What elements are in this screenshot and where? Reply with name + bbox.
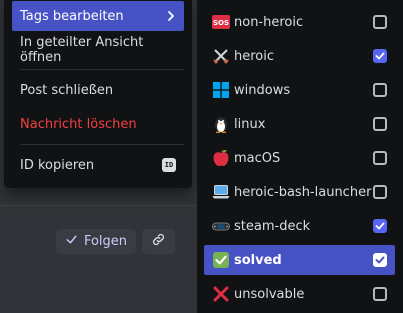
menu-item-delete-message[interactable]: Nachricht löschen <box>12 109 184 139</box>
tag-option-steam-deck[interactable]: steam-deck <box>204 211 395 241</box>
tag-label: windows <box>234 82 291 98</box>
menu-item-copy-id[interactable]: ID kopieren ID <box>12 150 184 180</box>
apple-emoji <box>212 149 230 167</box>
check-icon <box>65 233 78 250</box>
message-context-menu: Tags bearbeiten In geteilter Ansicht öff… <box>4 0 192 188</box>
tag-checkbox[interactable] <box>373 49 387 63</box>
menu-item-open-split-view[interactable]: In geteilter Ansicht öffnen <box>12 35 184 65</box>
background-divider <box>0 205 200 206</box>
sos-emoji: SOS <box>212 13 230 31</box>
cross-mark-emoji <box>212 285 230 303</box>
id-badge-icon: ID <box>162 158 176 172</box>
tag-option-unsolvable[interactable]: unsolvable <box>204 279 395 309</box>
tag-checkbox[interactable] <box>373 151 387 165</box>
menu-item-label: Post schließen <box>20 82 114 98</box>
tag-label: unsolvable <box>234 286 305 302</box>
penguin-emoji <box>212 115 230 133</box>
menu-item-label: In geteilter Ansicht öffnen <box>20 35 144 65</box>
tag-label: non-heroic <box>234 14 304 30</box>
tag-label: solved <box>234 252 282 268</box>
tag-label: heroic-bash-launcher <box>234 184 372 200</box>
menu-separator <box>20 144 184 145</box>
steam-deck-icon <box>212 217 230 235</box>
tag-option-macos[interactable]: macOS <box>204 143 395 173</box>
tag-label: heroic <box>234 48 275 64</box>
laptop-emoji <box>212 183 230 201</box>
tag-checkbox[interactable] <box>373 219 387 233</box>
tag-checkbox[interactable] <box>373 185 387 199</box>
tag-option-non-heroic[interactable]: SOS non-heroic <box>204 7 395 37</box>
crossed-swords-emoji <box>212 47 230 65</box>
tags-submenu: SOS non-heroic heroic windows linux macO… <box>197 0 403 313</box>
menu-separator <box>20 69 184 70</box>
tag-checkbox[interactable] <box>373 83 387 97</box>
tag-option-solved[interactable]: solved <box>204 245 395 275</box>
menu-item-label: Tags bearbeiten <box>20 8 124 24</box>
menu-item-close-post[interactable]: Post schließen <box>12 75 184 105</box>
tag-option-windows[interactable]: windows <box>204 75 395 105</box>
tag-option-linux[interactable]: linux <box>204 109 395 139</box>
follow-button[interactable]: Folgen <box>56 229 136 254</box>
follow-button-label: Folgen <box>83 234 128 249</box>
check-mark-button-emoji <box>212 251 230 269</box>
tag-checkbox[interactable] <box>373 15 387 29</box>
tag-checkbox[interactable] <box>373 253 387 267</box>
tag-checkbox[interactable] <box>373 117 387 131</box>
tag-label: macOS <box>234 150 281 166</box>
menu-item-edit-tags[interactable]: Tags bearbeiten <box>12 1 184 31</box>
menu-item-label: ID kopieren <box>20 157 95 173</box>
menu-item-label: Nachricht löschen <box>20 116 137 132</box>
tag-label: linux <box>234 116 266 132</box>
link-icon <box>151 232 166 251</box>
copy-link-button[interactable] <box>142 229 175 254</box>
tag-option-heroic-bash-launcher[interactable]: heroic-bash-launcher <box>204 177 395 207</box>
chevron-right-icon <box>166 10 176 22</box>
svg-text:SOS: SOS <box>213 19 229 27</box>
tag-checkbox[interactable] <box>373 287 387 301</box>
tag-option-heroic[interactable]: heroic <box>204 41 395 71</box>
windows-logo-icon <box>212 81 230 99</box>
tag-label: steam-deck <box>234 218 311 234</box>
